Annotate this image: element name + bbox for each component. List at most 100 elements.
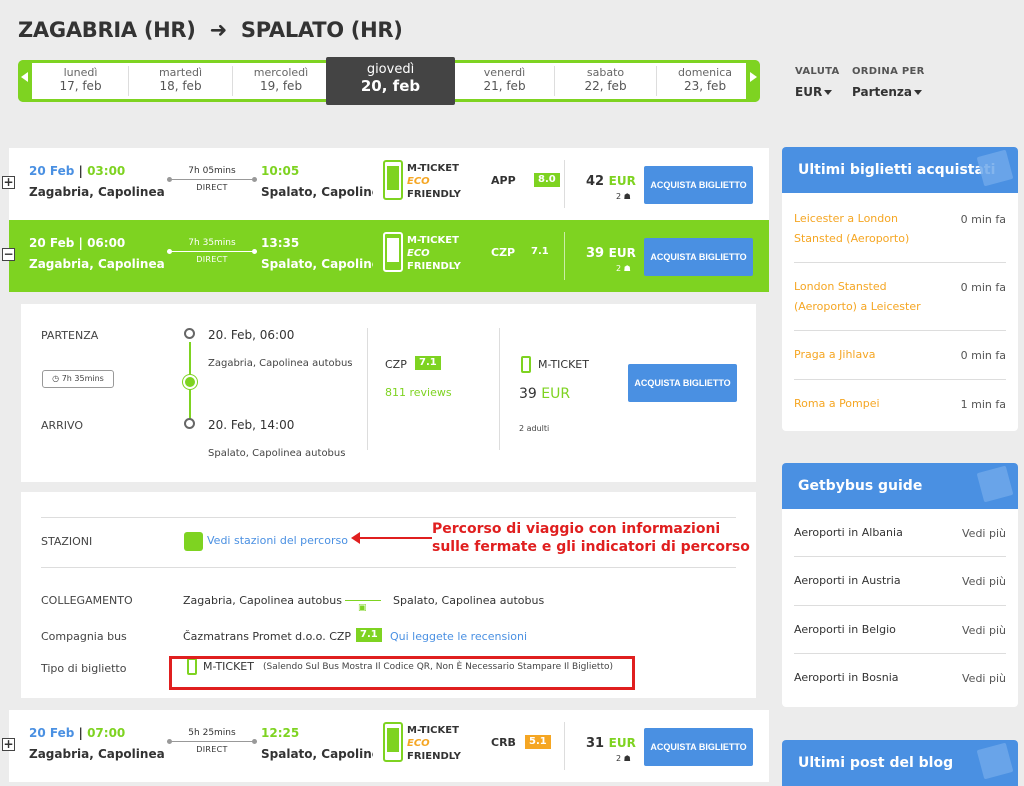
divider — [564, 232, 565, 280]
origin-city: ZAGABRIA (HR) — [18, 18, 196, 42]
bus-icon — [183, 375, 197, 389]
expand-toggle[interactable]: + — [2, 176, 15, 189]
mticket-eco-label: M-TICKET ECO FRIENDLY — [407, 235, 461, 272]
buy-ticket-button[interactable]: ACQUISTA BIGLIETTO — [644, 728, 753, 766]
currency-label: VALUTA — [795, 66, 840, 77]
passenger-count: 2 ☗ — [616, 754, 631, 763]
card-title: Ultimi post del blog — [782, 740, 1018, 786]
divider — [499, 328, 500, 450]
see-more-link[interactable]: Vedi più — [962, 672, 1006, 685]
rating-badge: 5.1 — [525, 735, 551, 749]
guide-item[interactable]: Aeroporti in Austria Vedi più — [794, 557, 1006, 606]
buy-ticket-button[interactable]: ACQUISTA BIGLIETTO — [644, 238, 753, 276]
next-week-button[interactable] — [746, 60, 760, 102]
book-icon — [976, 465, 1014, 503]
departure-datetime: 20. Feb, 06:00 — [208, 328, 295, 342]
arrival-place: Spalato, Capolinea ... — [261, 257, 373, 271]
day-option-selected[interactable]: giovedì 20, feb — [326, 57, 455, 105]
collapse-toggle[interactable]: − — [2, 248, 15, 261]
passenger-count: 2 ☗ — [616, 264, 631, 273]
recent-ticket-item[interactable]: Leicester a London Stansted (Aeroporto) … — [794, 193, 1006, 263]
read-reviews-link[interactable]: Qui leggete le recensioni — [390, 630, 527, 643]
day-name: venerdì — [483, 66, 526, 79]
currency-dropdown[interactable]: EUR — [795, 85, 833, 99]
arrival-time: 12:25 — [261, 726, 300, 740]
company-code: CRB — [491, 736, 516, 749]
currency-value: EUR — [795, 85, 823, 99]
day-option[interactable]: lunedì 17, feb — [33, 66, 129, 96]
guide-item[interactable]: Aeroporti in Belgio Vedi più — [794, 606, 1006, 654]
recent-ticket-item[interactable]: Praga a Jihlava 0 min fa — [794, 331, 1006, 380]
day-option[interactable]: mercoledì 19, feb — [233, 66, 329, 96]
trip-duration: 7h 35mins DIRECT — [167, 238, 257, 265]
view-stations-link[interactable]: Vedi stazioni del percorso — [207, 534, 348, 547]
caret-down-icon — [914, 90, 922, 95]
rating-badge: 8.0 — [534, 173, 560, 187]
recent-ticket-item[interactable]: London Stansted (Aeroporto) a Leicester … — [794, 263, 1006, 331]
trip-details-panel: PARTENZA ARRIVO ◷ 7h 35mins 20. Feb, 06:… — [21, 304, 756, 482]
connection-to: Spalato, Capolinea autobus — [393, 594, 545, 607]
expand-toggle[interactable]: + — [2, 738, 15, 751]
day-option[interactable]: domenica 23, feb — [657, 66, 753, 96]
departure-dot — [184, 328, 195, 339]
trip-row[interactable]: + 20 Feb | 07:00 Zagabria, Capolinea au.… — [2, 710, 769, 782]
rating-badge: 7.1 — [415, 356, 441, 370]
company-name: Čazmatrans Promet d.o.o. CZP — [183, 630, 352, 643]
departure-place: Zagabria, Capolinea au... — [29, 185, 167, 199]
recent-time: 0 min fa — [960, 281, 1006, 294]
chevron-left-icon — [21, 72, 29, 82]
trip-row-expanded[interactable]: − 20 Feb | 06:00 Zagabria, Capolinea au.… — [2, 220, 769, 292]
day-date: 20, feb — [360, 77, 421, 95]
see-more-link[interactable]: Vedi più — [962, 575, 1006, 588]
sort-dropdown[interactable]: Partenza — [852, 85, 922, 99]
day-option[interactable]: sabato 22, feb — [555, 66, 657, 96]
annotation-note: Percorso di viaggio con informazioni sul… — [432, 520, 750, 556]
divider — [41, 517, 736, 518]
arrival-time: 13:35 — [261, 236, 300, 250]
mobile-ticket-icon — [383, 232, 403, 272]
mobile-ticket-icon — [521, 356, 531, 373]
reviews-link[interactable]: 811 reviews — [385, 386, 452, 399]
see-more-link[interactable]: Vedi più — [962, 624, 1006, 637]
connection-label: COLLEGAMENTO — [41, 594, 133, 607]
annotation-line: Percorso di viaggio con informazioni — [432, 521, 721, 537]
divider — [367, 328, 368, 450]
ticket-type-label: Tipo di biglietto — [41, 662, 127, 675]
mobile-ticket-icon — [383, 160, 403, 200]
detail-price: 39 EUR — [519, 386, 571, 402]
departure-time: 20 Feb | 03:00 — [29, 164, 126, 178]
see-more-link[interactable]: Vedi più — [962, 527, 1006, 540]
arrival-time: 10:05 — [261, 164, 300, 178]
departure-label: PARTENZA — [41, 329, 99, 342]
recent-time: 1 min fa — [960, 398, 1006, 411]
guide-item[interactable]: Aeroporti in Bosnia Vedi più — [794, 654, 1006, 703]
route-line — [167, 249, 257, 254]
recent-ticket-item[interactable]: Roma a Pompei 1 min fa — [794, 380, 1006, 430]
prev-week-button[interactable] — [18, 60, 32, 102]
recent-tickets-card: Ultimi biglietti acquistati Leicester a … — [782, 147, 1018, 431]
company-code: CZP — [385, 358, 407, 371]
mticket-eco-label: M-TICKET ECO FRIENDLY — [407, 725, 461, 762]
route-line — [167, 739, 257, 744]
recent-time: 0 min fa — [960, 349, 1006, 362]
day-date: 18, feb — [159, 79, 202, 93]
caret-down-icon — [824, 90, 833, 95]
buy-ticket-button[interactable]: ACQUISTA BIGLIETTO — [628, 364, 737, 402]
trip-price: 42 EUR — [586, 174, 636, 189]
sort-value: Partenza — [852, 85, 912, 99]
day-option[interactable]: martedì 18, feb — [129, 66, 233, 96]
person-icon: ☗ — [623, 192, 631, 201]
recent-route[interactable]: Leicester a London Stansted (Aeroporto) — [794, 209, 944, 249]
departure-station: Zagabria, Capolinea autobus — [208, 358, 353, 369]
departure-time: 20 Feb | 06:00 — [29, 236, 126, 250]
trip-row[interactable]: + 20 Feb | 03:00 Zagabria, Capolinea au.… — [2, 148, 769, 220]
guide-card: Getbybus guide Aeroporti in Albania Vedi… — [782, 463, 1018, 707]
day-option[interactable]: venerdì 21, feb — [455, 66, 555, 96]
buy-ticket-button[interactable]: ACQUISTA BIGLIETTO — [644, 166, 753, 204]
day-date: 19, feb — [259, 79, 303, 93]
guide-item[interactable]: Aeroporti in Albania Vedi più — [794, 509, 1006, 557]
recent-route[interactable]: London Stansted (Aeroporto) a Leicester — [794, 277, 944, 317]
company-code: APP — [491, 174, 516, 187]
mticket-label: M-TICKET — [538, 358, 589, 371]
arrival-station: Spalato, Capolinea autobus — [208, 448, 346, 459]
